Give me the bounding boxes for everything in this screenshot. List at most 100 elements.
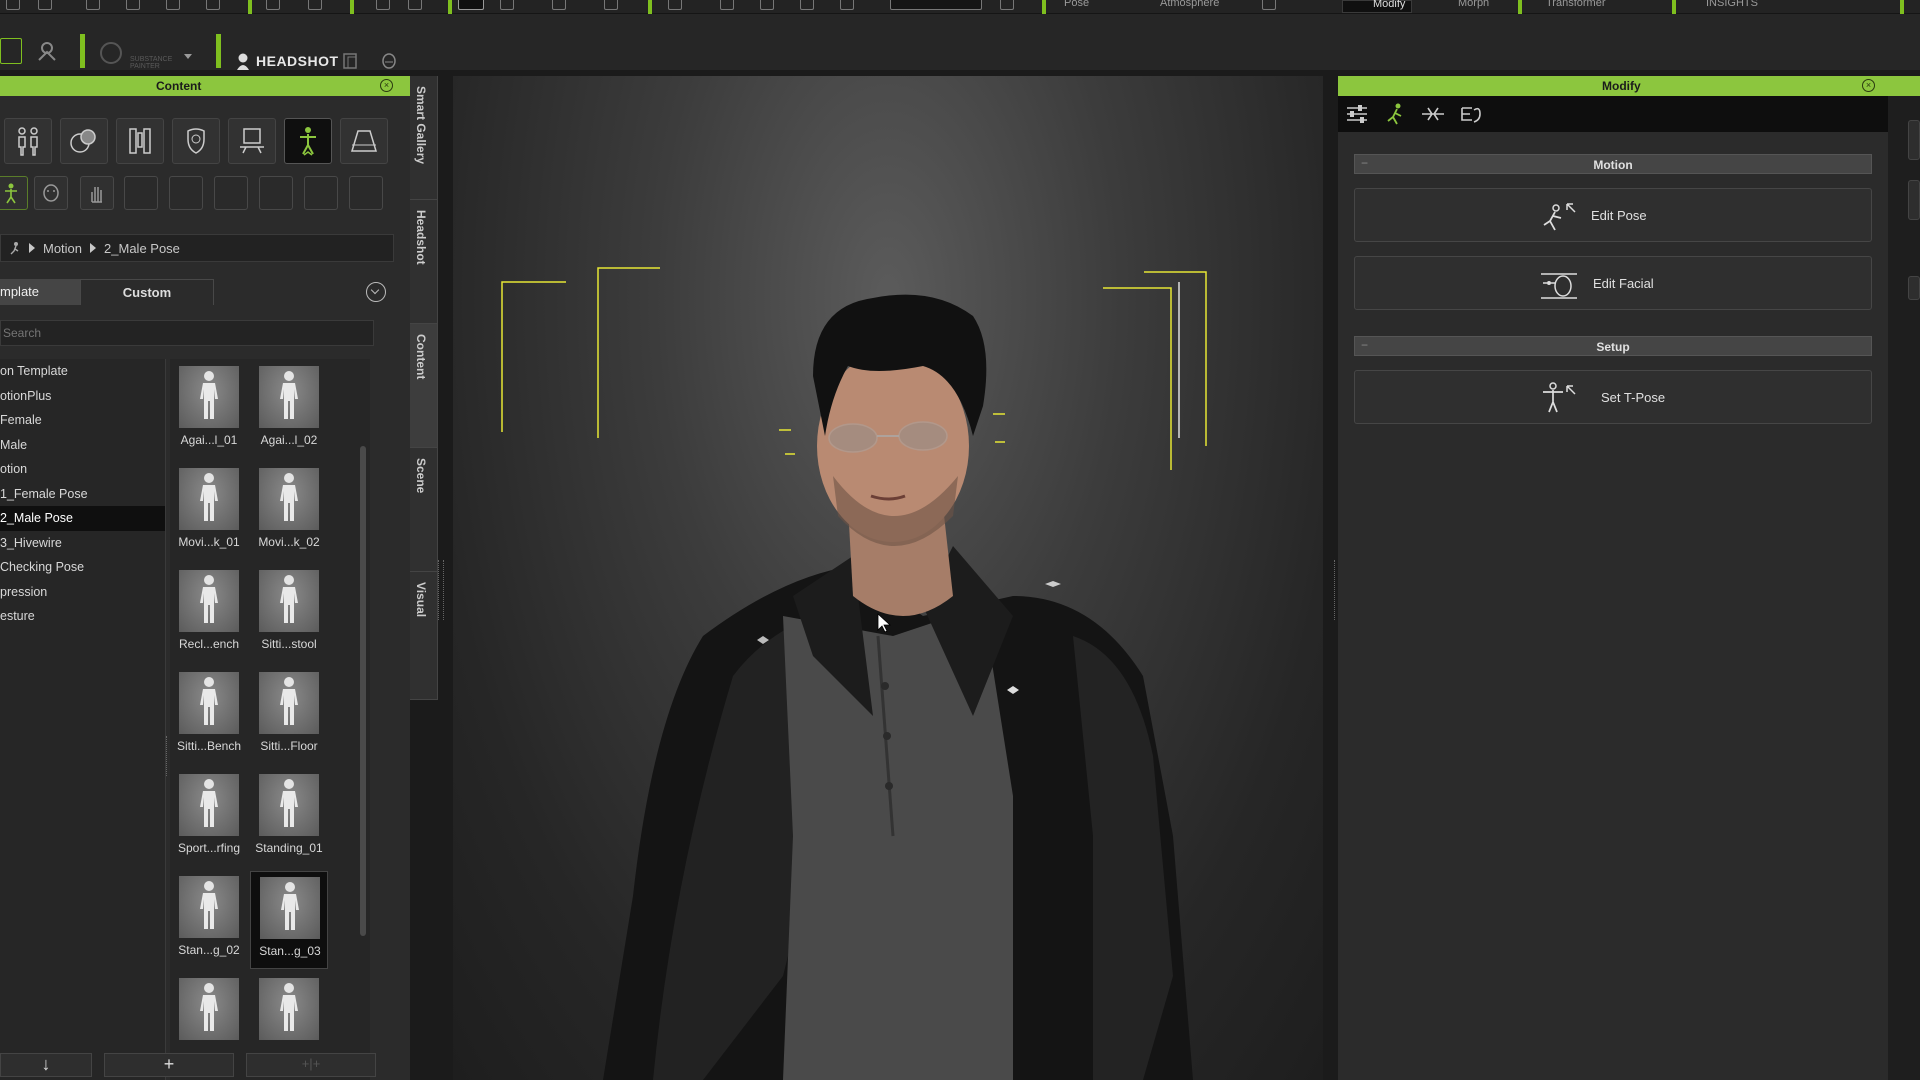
import-icon[interactable] [126, 0, 140, 10]
modify-toolbar-button[interactable]: Modify [1342, 0, 1412, 13]
hand-motion-button[interactable] [80, 176, 114, 210]
pose-thumbnail[interactable]: Agai...l_02 [250, 361, 328, 459]
tab-template[interactable]: mplate [0, 279, 80, 305]
head-morph-icon[interactable] [380, 52, 398, 70]
tab-smart-gallery[interactable]: Smart Gallery [410, 76, 438, 200]
tree-item[interactable]: 1_Female Pose [0, 482, 165, 507]
tree-item-selected[interactable]: 2_Male Pose [0, 506, 165, 531]
dock-button[interactable] [1908, 180, 1920, 220]
pose-thumbnail[interactable]: Sitti...Floor [250, 667, 328, 765]
morph-slider-icon[interactable] [1420, 102, 1446, 126]
pose-thumbnail[interactable]: Agai...l_01 [170, 361, 248, 459]
motion-section-header[interactable]: − Motion [1354, 154, 1872, 174]
tree-item[interactable]: 3_Hivewire [0, 531, 165, 556]
tab-content[interactable]: Content [410, 324, 438, 448]
open-project-icon[interactable] [38, 0, 52, 10]
dock-button[interactable] [1908, 120, 1920, 160]
chevron-down-icon[interactable] [184, 54, 192, 59]
prop-category-button[interactable] [228, 118, 276, 164]
export-icon[interactable] [166, 0, 180, 10]
cloth-category-button[interactable] [116, 118, 164, 164]
undo-icon[interactable] [376, 0, 390, 10]
setup-section-header[interactable]: − Setup [1354, 336, 1872, 356]
substance-painter-icon[interactable] [100, 42, 122, 64]
tree-item[interactable]: pression [0, 580, 165, 605]
move-tool-icon[interactable] [500, 0, 514, 10]
pose-thumbnail[interactable]: Movi...k_02 [250, 463, 328, 561]
apply-button[interactable]: +|+ [246, 1053, 376, 1077]
atmosphere-button[interactable]: Atmosphere [1160, 0, 1219, 9]
pose-thumbnail[interactable]: Sport...rfing [170, 769, 248, 867]
3d-viewport[interactable] [453, 76, 1323, 1080]
set-tpose-button[interactable]: Set T-Pose [1354, 370, 1872, 424]
tree-item[interactable]: Female [0, 408, 165, 433]
home-icon[interactable] [668, 0, 682, 10]
grid-scrollbar[interactable] [360, 446, 366, 936]
edit-pose-button[interactable]: Edit Pose [1354, 188, 1872, 242]
motion-category-button[interactable] [284, 118, 332, 164]
character-creator-icon[interactable] [36, 40, 58, 62]
pose-thumbnail[interactable]: Movi...k_01 [170, 463, 248, 561]
quality-dropdown[interactable] [890, 0, 982, 10]
close-icon[interactable]: × [380, 79, 393, 92]
dock-button[interactable] [1908, 276, 1920, 300]
tab-menu-chevron-icon[interactable] [366, 282, 386, 302]
tree-item[interactable]: otionPlus [0, 384, 165, 409]
accessory-category-button[interactable] [172, 118, 220, 164]
material-category-button[interactable] [60, 118, 108, 164]
content-panel-header: Content × [0, 76, 410, 96]
insights-button[interactable]: INSIGHTS [1706, 0, 1758, 9]
scale-tool-icon[interactable] [604, 0, 618, 10]
motion-icon[interactable] [1382, 102, 1408, 126]
pose-thumbnail[interactable]: Recl...ench [170, 565, 248, 663]
frame-icon[interactable] [800, 0, 814, 10]
camera-icon[interactable] [720, 0, 734, 10]
tree-item[interactable]: esture [0, 604, 165, 629]
redo-icon[interactable] [408, 0, 422, 10]
expression-icon[interactable] [1458, 102, 1484, 126]
rotate-tool-icon[interactable] [552, 0, 566, 10]
tab-visual[interactable]: Visual [410, 572, 438, 700]
pose-thumbnail[interactable]: Standing_01 [250, 769, 328, 867]
select-tool-icon[interactable] [458, 0, 484, 10]
character-category-button[interactable] [4, 118, 52, 164]
edit-facial-button[interactable]: Edit Facial [1354, 256, 1872, 310]
motion-plus-icon[interactable] [0, 38, 22, 64]
tab-custom[interactable]: Custom [80, 279, 214, 305]
search-input[interactable] [0, 320, 374, 346]
scene-category-button[interactable] [340, 118, 388, 164]
light-icon[interactable] [1000, 0, 1014, 10]
pose-thumbnail[interactable]: Stan...g_02 [170, 871, 248, 969]
gizmo-icon[interactable] [1262, 0, 1276, 10]
headshot-settings-icon[interactable] [342, 52, 360, 70]
face-motion-button[interactable] [34, 176, 68, 210]
breadcrumb-item[interactable]: 2_Male Pose [104, 241, 180, 256]
add-button[interactable]: + [104, 1053, 234, 1077]
pose-thumbnail[interactable]: Sitti...stool [250, 565, 328, 663]
tree-item[interactable]: Checking Pose [0, 555, 165, 580]
tree-item[interactable]: on Template [0, 359, 165, 384]
render-icon[interactable] [266, 0, 280, 10]
tab-headshot[interactable]: Headshot [410, 200, 438, 324]
tree-item[interactable]: Male [0, 433, 165, 458]
merge-project-icon[interactable] [86, 0, 100, 10]
headshot-button[interactable]: HEADSHOT [235, 50, 339, 72]
tab-scene[interactable]: Scene [410, 448, 438, 572]
breadcrumb-item[interactable]: Motion [43, 241, 82, 256]
panel-resize-handle[interactable] [438, 560, 444, 620]
pose-thumbnail[interactable]: Sitti...Bench [170, 667, 248, 765]
body-motion-button[interactable] [0, 176, 28, 210]
save-icon[interactable] [206, 0, 220, 10]
morph-button[interactable]: Morph [1458, 0, 1489, 9]
download-button[interactable]: ↓ [0, 1053, 92, 1077]
view-icon[interactable] [840, 0, 854, 10]
close-icon[interactable]: × [1862, 79, 1875, 92]
new-project-icon[interactable] [6, 0, 20, 10]
pose-button[interactable]: Pose [1064, 0, 1089, 9]
snapshot-icon[interactable] [308, 0, 322, 10]
transformer-button[interactable]: Transformer [1546, 0, 1606, 9]
tree-item[interactable]: otion [0, 457, 165, 482]
pose-thumbnail[interactable]: Stan...g_03 [250, 871, 328, 969]
zoom-icon[interactable] [760, 0, 774, 10]
attributes-icon[interactable] [1344, 102, 1370, 126]
